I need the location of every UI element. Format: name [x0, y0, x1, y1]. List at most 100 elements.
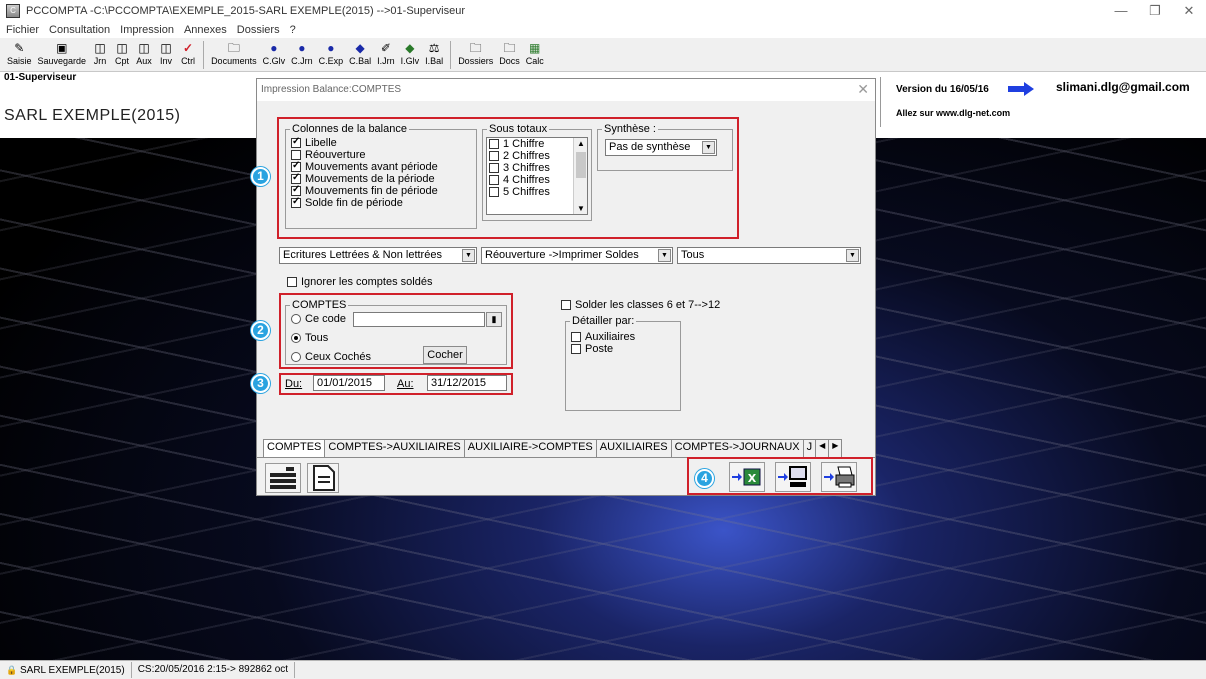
toolbar-ibal-button[interactable]: ⚖ I.Bal	[422, 38, 446, 66]
journal-icon: ◫	[94, 41, 106, 55]
column-mvt-avant[interactable]: Mouvements avant période	[289, 160, 474, 173]
column-mvt-periode[interactable]: Mouvements de la période	[289, 172, 474, 185]
chevron-down-icon[interactable]: ▼	[846, 249, 859, 262]
checkbox[interactable]	[489, 175, 499, 185]
radio-ceux-coches[interactable]: Ceux Cochés	[289, 351, 371, 363]
toolbar-inv-button[interactable]: ◫ Inv	[155, 38, 177, 66]
toolbar-saisie-button[interactable]: ✎ Saisie	[4, 38, 35, 66]
checkbox[interactable]	[489, 151, 499, 161]
checkbox[interactable]	[489, 187, 499, 197]
subtotal-item[interactable]: 1 Chiffre	[487, 138, 587, 150]
solder-classes-checkbox[interactable]: Solder les classes 6 et 7-->12	[559, 299, 720, 311]
checkbox[interactable]	[291, 160, 301, 172]
subtotal-item[interactable]: 3 Chiffres	[487, 162, 587, 174]
menu-help[interactable]: ?	[290, 24, 296, 36]
radio-ce-code[interactable]: Ce code	[289, 313, 346, 325]
preview-screen-button[interactable]	[775, 462, 811, 492]
subtotal-item[interactable]: 5 Chiffres	[487, 186, 587, 198]
toolbar-cpt-button[interactable]: ◫ Cpt	[111, 38, 133, 66]
toolbar-docs-button[interactable]: 🗀 Docs	[496, 38, 523, 66]
scroll-thumb[interactable]	[576, 152, 586, 178]
tab-comptes-journaux[interactable]: COMPTES->JOURNAUX	[670, 439, 804, 457]
subtotal-item[interactable]: 2 Chiffres	[487, 150, 587, 162]
subtotals-scrollbar[interactable]: ▲ ▼	[573, 138, 587, 214]
document-button[interactable]	[307, 463, 339, 493]
checkbox[interactable]	[287, 277, 297, 287]
checkbox[interactable]	[571, 344, 581, 354]
toolbar-cjrn-button[interactable]: ● C.Jrn	[288, 38, 316, 66]
tous-select[interactable]: Tous ▼	[677, 247, 861, 264]
checkbox[interactable]	[291, 172, 301, 184]
menu-consultation[interactable]: Consultation	[49, 24, 110, 36]
checkbox[interactable]	[291, 184, 301, 196]
tab-auxiliaires[interactable]: AUXILIAIRES	[595, 439, 672, 457]
reouverture-select[interactable]: Réouverture ->Imprimer Soldes ▼	[481, 247, 673, 264]
website-link[interactable]: Allez sur www.dlg-net.com	[896, 108, 1010, 118]
checkbox[interactable]	[561, 300, 571, 310]
column-libelle[interactable]: Libelle	[289, 136, 474, 149]
tab-scroll-left-icon[interactable]: ◀	[815, 439, 830, 457]
tab-j[interactable]: J	[802, 439, 817, 457]
scroll-down-icon[interactable]: ▼	[577, 204, 585, 213]
tab-auxiliaire-comptes[interactable]: AUXILIAIRE->COMPTES	[463, 439, 597, 457]
chevron-down-icon[interactable]: ▼	[462, 249, 475, 262]
minimize-button[interactable]: —	[1104, 0, 1138, 22]
detail-auxiliaires[interactable]: Auxiliaires	[569, 331, 677, 343]
tab-comptes-auxiliaires[interactable]: COMPTES->AUXILIAIRES	[324, 439, 465, 457]
checkbox[interactable]	[489, 163, 499, 173]
toolbar-cexp-button[interactable]: ● C.Exp	[316, 38, 347, 66]
toolbar-jrn-button[interactable]: ◫ Jrn	[89, 38, 111, 66]
column-mvt-fin[interactable]: Mouvements fin de période	[289, 184, 474, 197]
checkbox[interactable]	[291, 196, 301, 208]
column-solde-fin[interactable]: Solde fin de période	[289, 196, 474, 209]
toolbar-dossiers-button[interactable]: 🗀 Dossiers	[455, 38, 496, 66]
tab-scroll-right-icon[interactable]: ▶	[828, 439, 843, 457]
ecritures-select[interactable]: Ecritures Lettrées & Non lettrées ▼	[279, 247, 477, 264]
toolbar-cbal-button[interactable]: ◆ C.Bal	[346, 38, 374, 66]
maximize-button[interactable]: ❐	[1138, 0, 1172, 22]
status-company: 🔒 SARL EXEMPLE(2015)	[0, 662, 132, 678]
export-excel-button[interactable]: X	[729, 462, 765, 492]
checkbox[interactable]	[571, 332, 581, 342]
date-to-label: Au:	[397, 378, 414, 390]
radio[interactable]	[291, 333, 301, 343]
date-to-field[interactable]: 31/12/2015	[427, 375, 507, 391]
ignore-settled-checkbox[interactable]: Ignorer les comptes soldés	[285, 276, 432, 288]
tab-comptes[interactable]: COMPTES	[263, 439, 326, 457]
toolbar-sauvegarde-button[interactable]: ▣ Sauvegarde	[35, 38, 90, 66]
radio-tous[interactable]: Tous	[289, 332, 328, 344]
toolbar-documents-button[interactable]: 🗀 Documents	[208, 38, 260, 66]
subtotal-item[interactable]: 4 Chiffres	[487, 174, 587, 186]
toolbar-ctrl-button[interactable]: ✓ Ctrl	[177, 38, 199, 66]
toolbar-iglv-button[interactable]: ◆ I.Glv	[398, 38, 423, 66]
synthesis-select[interactable]: Pas de synthèse ▼	[605, 139, 717, 156]
chevron-down-icon[interactable]: ▼	[702, 141, 715, 154]
checkbox[interactable]	[291, 150, 301, 160]
checkbox[interactable]	[489, 139, 499, 149]
account-lookup-button[interactable]: ▮	[486, 312, 502, 327]
menu-annexes[interactable]: Annexes	[184, 24, 227, 36]
arrow-right-icon[interactable]	[1008, 82, 1034, 96]
toolbar-aux-button[interactable]: ◫ Aux	[133, 38, 155, 66]
close-window-button[interactable]: ✕	[1172, 0, 1206, 22]
toolbar-ijrn-button[interactable]: ✐ I.Jrn	[374, 38, 398, 66]
menu-dossiers[interactable]: Dossiers	[237, 24, 280, 36]
account-code-field[interactable]	[353, 312, 485, 327]
menu-impression[interactable]: Impression	[120, 24, 174, 36]
chevron-down-icon[interactable]: ▼	[658, 249, 671, 262]
close-icon[interactable]: ✕	[857, 81, 869, 98]
scroll-up-icon[interactable]: ▲	[577, 139, 585, 148]
radio[interactable]	[291, 314, 301, 324]
column-reouverture[interactable]: Réouverture	[289, 149, 474, 161]
radio[interactable]	[291, 352, 301, 362]
checkbox[interactable]	[291, 136, 301, 148]
menu-fichier[interactable]: Fichier	[6, 24, 39, 36]
cocher-button[interactable]: Cocher	[423, 346, 467, 364]
printer-setup-button[interactable]	[265, 463, 301, 493]
print-button[interactable]	[821, 462, 857, 492]
toolbar-calc-button[interactable]: ▦ Calc	[523, 38, 547, 66]
toolbar-cglv-button[interactable]: ● C.Glv	[260, 38, 289, 66]
detail-list: Auxiliaires Poste	[569, 331, 677, 371]
date-from-field[interactable]: 01/01/2015	[313, 375, 385, 391]
detail-poste[interactable]: Poste	[569, 343, 677, 355]
